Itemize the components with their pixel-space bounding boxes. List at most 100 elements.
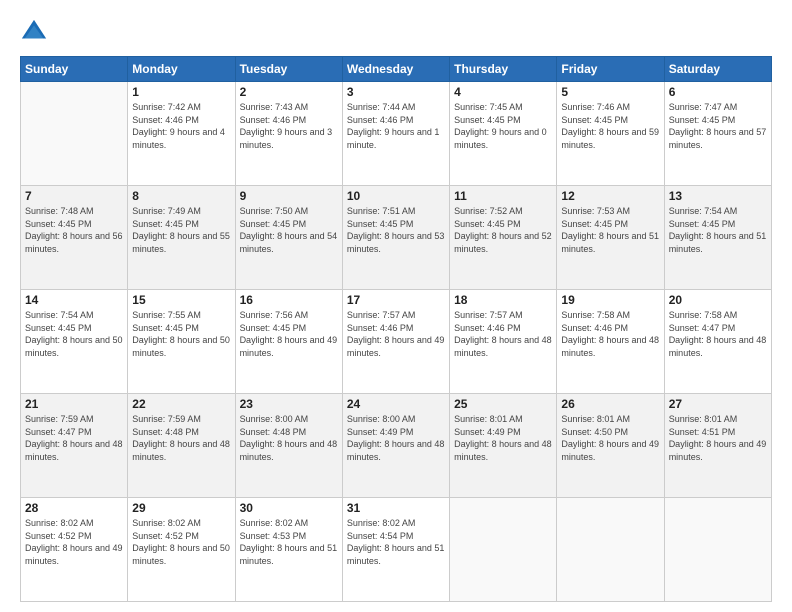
calendar-cell: 8Sunrise: 7:49 AMSunset: 4:45 PMDaylight…	[128, 186, 235, 290]
calendar-cell: 26Sunrise: 8:01 AMSunset: 4:50 PMDayligh…	[557, 394, 664, 498]
day-info: Sunrise: 7:42 AMSunset: 4:46 PMDaylight:…	[132, 101, 230, 151]
day-info: Sunrise: 7:45 AMSunset: 4:45 PMDaylight:…	[454, 101, 552, 151]
day-number: 9	[240, 189, 338, 203]
calendar-cell: 22 Sunrise: 7:59 AMSunset: 4:48 PMDayligh…	[128, 394, 235, 498]
day-info: Sunrise: 8:00 AMSunset: 4:48 PMDaylight:…	[240, 413, 338, 463]
day-number: 2	[240, 85, 338, 99]
day-info: Sunrise: 7:57 AMSunset: 4:46 PMDaylight:…	[454, 309, 552, 359]
calendar-cell	[664, 498, 771, 602]
day-number: 19	[561, 293, 659, 307]
day-number: 1	[132, 85, 230, 99]
calendar-cell: 6 Sunrise: 7:47 AMSunset: 4:45 PMDaylight…	[664, 82, 771, 186]
calendar-cell	[450, 498, 557, 602]
calendar-cell: 4Sunrise: 7:45 AMSunset: 4:45 PMDaylight…	[450, 82, 557, 186]
day-number: 21	[25, 397, 123, 411]
calendar-cell: 18 Sunrise: 7:57 AMSunset: 4:46 PMDayligh…	[450, 290, 557, 394]
day-number: 5	[561, 85, 659, 99]
day-info: Sunrise: 7:47 AMSunset: 4:45 PMDaylight:…	[669, 101, 767, 151]
calendar-cell: 3 Sunrise: 7:44 AMSunset: 4:46 PMDaylight…	[342, 82, 449, 186]
day-number: 24	[347, 397, 445, 411]
day-number: 23	[240, 397, 338, 411]
day-number: 12	[561, 189, 659, 203]
calendar-cell: 7 Sunrise: 7:48 AMSunset: 4:45 PMDaylight…	[21, 186, 128, 290]
day-number: 7	[25, 189, 123, 203]
day-info: Sunrise: 8:02 AMSunset: 4:52 PMDaylight:…	[132, 517, 230, 567]
day-number: 17	[347, 293, 445, 307]
day-number: 16	[240, 293, 338, 307]
calendar-cell: 30 Sunrise: 8:02 AMSunset: 4:53 PMDayligh…	[235, 498, 342, 602]
day-number: 29	[132, 501, 230, 515]
calendar-week-row: 14 Sunrise: 7:54 AMSunset: 4:45 PMDayligh…	[21, 290, 772, 394]
calendar-cell: 1 Sunrise: 7:42 AMSunset: 4:46 PMDaylight…	[128, 82, 235, 186]
day-number: 11	[454, 189, 552, 203]
day-info: Sunrise: 7:50 AMSunset: 4:45 PMDaylight:…	[240, 205, 338, 255]
day-info: Sunrise: 8:01 AMSunset: 4:51 PMDaylight:…	[669, 413, 767, 463]
day-number: 3	[347, 85, 445, 99]
page: SundayMondayTuesdayWednesdayThursdayFrid…	[0, 0, 792, 612]
day-info: Sunrise: 7:59 AMSunset: 4:48 PMDaylight:…	[132, 413, 230, 463]
calendar-week-row: 1 Sunrise: 7:42 AMSunset: 4:46 PMDaylight…	[21, 82, 772, 186]
day-info: Sunrise: 7:56 AMSunset: 4:45 PMDaylight:…	[240, 309, 338, 359]
calendar-cell	[557, 498, 664, 602]
day-number: 10	[347, 189, 445, 203]
day-info: Sunrise: 7:48 AMSunset: 4:45 PMDaylight:…	[25, 205, 123, 255]
day-number: 15	[132, 293, 230, 307]
calendar-table: SundayMondayTuesdayWednesdayThursdayFrid…	[20, 56, 772, 602]
day-info: Sunrise: 7:54 AMSunset: 4:45 PMDaylight:…	[669, 205, 767, 255]
weekday-header-saturday: Saturday	[664, 57, 771, 82]
day-info: Sunrise: 7:55 AMSunset: 4:45 PMDaylight:…	[132, 309, 230, 359]
day-info: Sunrise: 7:51 AMSunset: 4:45 PMDaylight:…	[347, 205, 445, 255]
logo	[20, 18, 52, 46]
day-info: Sunrise: 7:44 AMSunset: 4:46 PMDaylight:…	[347, 101, 445, 151]
calendar-cell: 16 Sunrise: 7:56 AMSunset: 4:45 PMDayligh…	[235, 290, 342, 394]
day-number: 22	[132, 397, 230, 411]
day-info: Sunrise: 7:59 AMSunset: 4:47 PMDaylight:…	[25, 413, 123, 463]
calendar-cell: 23 Sunrise: 8:00 AMSunset: 4:48 PMDayligh…	[235, 394, 342, 498]
day-info: Sunrise: 7:53 AMSunset: 4:45 PMDaylight:…	[561, 205, 659, 255]
calendar-week-row: 7 Sunrise: 7:48 AMSunset: 4:45 PMDaylight…	[21, 186, 772, 290]
calendar-cell: 17 Sunrise: 7:57 AMSunset: 4:46 PMDayligh…	[342, 290, 449, 394]
day-info: Sunrise: 8:02 AMSunset: 4:54 PMDaylight:…	[347, 517, 445, 567]
day-number: 27	[669, 397, 767, 411]
day-info: Sunrise: 7:46 AMSunset: 4:45 PMDaylight:…	[561, 101, 659, 151]
calendar-cell: 31 Sunrise: 8:02 AMSunset: 4:54 PMDayligh…	[342, 498, 449, 602]
day-number: 14	[25, 293, 123, 307]
weekday-header-sunday: Sunday	[21, 57, 128, 82]
day-info: Sunrise: 7:57 AMSunset: 4:46 PMDaylight:…	[347, 309, 445, 359]
calendar-cell: 14 Sunrise: 7:54 AMSunset: 4:45 PMDayligh…	[21, 290, 128, 394]
day-number: 31	[347, 501, 445, 515]
day-info: Sunrise: 8:01 AMSunset: 4:49 PMDaylight:…	[454, 413, 552, 463]
calendar-week-row: 28 Sunrise: 8:02 AMSunset: 4:52 PMDayligh…	[21, 498, 772, 602]
day-number: 30	[240, 501, 338, 515]
weekday-header-monday: Monday	[128, 57, 235, 82]
weekday-header-thursday: Thursday	[450, 57, 557, 82]
calendar-header-row: SundayMondayTuesdayWednesdayThursdayFrid…	[21, 57, 772, 82]
day-info: Sunrise: 7:58 AMSunset: 4:47 PMDaylight:…	[669, 309, 767, 359]
day-info: Sunrise: 8:02 AMSunset: 4:52 PMDaylight:…	[25, 517, 123, 567]
day-number: 20	[669, 293, 767, 307]
day-info: Sunrise: 7:54 AMSunset: 4:45 PMDaylight:…	[25, 309, 123, 359]
calendar-cell: 11Sunrise: 7:52 AMSunset: 4:45 PMDayligh…	[450, 186, 557, 290]
calendar-cell: 20 Sunrise: 7:58 AMSunset: 4:47 PMDayligh…	[664, 290, 771, 394]
day-number: 6	[669, 85, 767, 99]
calendar-cell: 12 Sunrise: 7:53 AMSunset: 4:45 PMDayligh…	[557, 186, 664, 290]
calendar-cell: 5 Sunrise: 7:46 AMSunset: 4:45 PMDaylight…	[557, 82, 664, 186]
day-info: Sunrise: 7:49 AMSunset: 4:45 PMDaylight:…	[132, 205, 230, 255]
day-number: 18	[454, 293, 552, 307]
day-info: Sunrise: 7:58 AMSunset: 4:46 PMDaylight:…	[561, 309, 659, 359]
calendar-cell: 24Sunrise: 8:00 AMSunset: 4:49 PMDayligh…	[342, 394, 449, 498]
calendar-cell: 29 Sunrise: 8:02 AMSunset: 4:52 PMDayligh…	[128, 498, 235, 602]
day-info: Sunrise: 8:02 AMSunset: 4:53 PMDaylight:…	[240, 517, 338, 567]
day-number: 28	[25, 501, 123, 515]
weekday-header-friday: Friday	[557, 57, 664, 82]
calendar-cell: 2 Sunrise: 7:43 AMSunset: 4:46 PMDaylight…	[235, 82, 342, 186]
calendar-cell	[21, 82, 128, 186]
calendar-week-row: 21 Sunrise: 7:59 AMSunset: 4:47 PMDayligh…	[21, 394, 772, 498]
calendar-cell: 25Sunrise: 8:01 AMSunset: 4:49 PMDayligh…	[450, 394, 557, 498]
day-info: Sunrise: 7:43 AMSunset: 4:46 PMDaylight:…	[240, 101, 338, 151]
day-number: 13	[669, 189, 767, 203]
day-info: Sunrise: 8:01 AMSunset: 4:50 PMDaylight:…	[561, 413, 659, 463]
calendar-cell: 21 Sunrise: 7:59 AMSunset: 4:47 PMDayligh…	[21, 394, 128, 498]
weekday-header-tuesday: Tuesday	[235, 57, 342, 82]
logo-icon	[20, 18, 48, 46]
